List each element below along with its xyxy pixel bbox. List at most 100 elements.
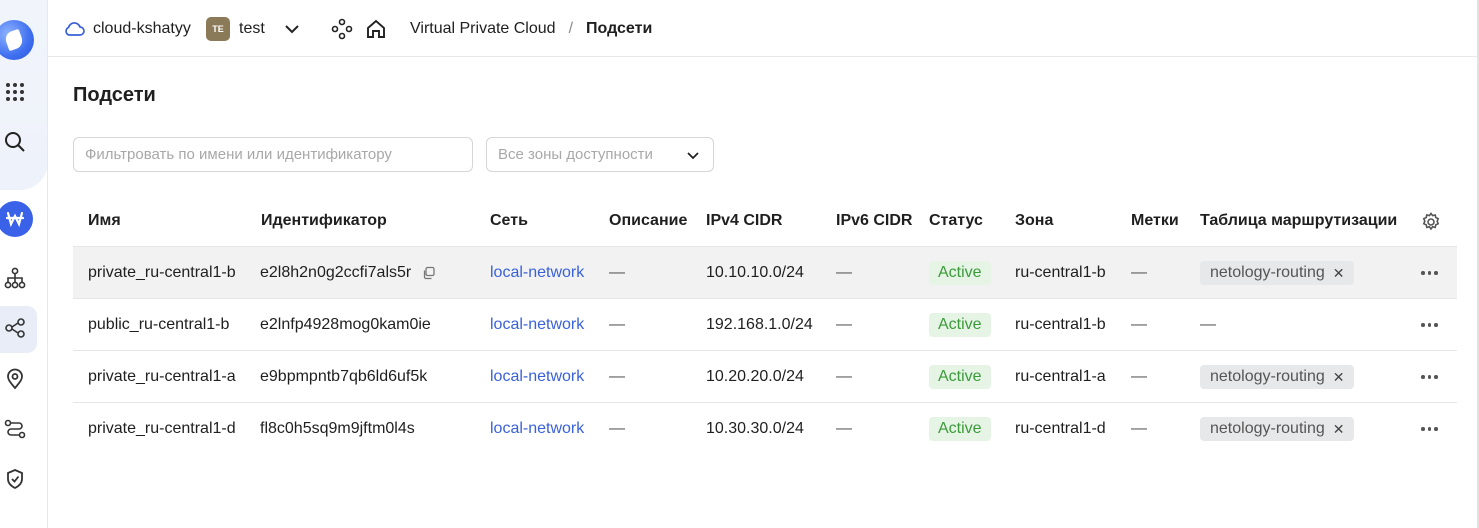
route-table-tag[interactable]: netology-routing ✕ [1200,417,1355,441]
chevron-down-icon[interactable] [284,0,300,57]
shield-icon[interactable] [0,464,30,494]
search-input[interactable] [73,137,473,172]
network-icon[interactable] [0,263,30,293]
column-header[interactable]: Зона [1015,212,1053,230]
more-actions-icon[interactable] [1421,299,1438,351]
status-badge: Active [929,417,991,441]
more-actions-icon[interactable] [1421,351,1438,403]
close-icon[interactable]: ✕ [1333,265,1345,282]
route-table-cell: netology-routing ✕ [1200,247,1355,299]
service-badge-icon[interactable] [0,201,33,237]
cloud-icon [65,21,85,36]
table-row[interactable]: public_ru-central1-b e2lnfp4928mog0kam0i… [73,299,1457,351]
subnet-name: private_ru-central1-d [88,420,236,437]
description: — [609,420,625,437]
gear-icon[interactable] [1421,212,1441,237]
structure-icon[interactable] [331,0,353,57]
ipv4-cidr: 10.10.10.0/24 [706,264,804,281]
ipv6-cidr: — [836,368,852,385]
route-table-tag[interactable]: netology-routing ✕ [1200,261,1355,285]
status-cell: Active [929,299,991,351]
location-pin-icon[interactable] [0,364,30,394]
folder-selector[interactable]: TE test [206,0,265,57]
close-icon[interactable]: ✕ [1333,421,1345,438]
table-row[interactable]: private_ru-central1-b e2l8h2n0g2ccfi7als… [73,247,1457,299]
subnet-name: private_ru-central1-a [88,368,236,385]
app-root: cloud-kshatyy TE test Virtual Private Cl… [0,0,1479,528]
zone: ru-central1-d [1015,420,1106,437]
status-cell: Active [929,247,991,299]
route-table-name: netology-routing [1210,264,1325,281]
cloud-name: cloud-kshatyy [93,19,191,37]
description: — [609,316,625,333]
zone-select-value: Все зоны доступности [498,146,653,163]
subnet-id: e9bpmpntb7qb6ld6uf5k [260,368,428,385]
description: — [609,368,625,385]
route-icon[interactable] [0,414,30,444]
column-header[interactable]: IPv4 CIDR [706,212,782,230]
table-row[interactable]: private_ru-central1-d fl8c0h5sq9m9jftm0l… [73,403,1457,455]
route-table-cell: netology-routing ✕ [1200,351,1355,403]
network-link[interactable]: local-network [490,403,584,455]
home-icon[interactable] [365,0,387,57]
subnet-id: fl8c0h5sq9m9jftm0l4s [260,420,415,437]
zone: ru-central1-a [1015,368,1106,385]
route-table-name: netology-routing [1210,368,1325,385]
folder-name: test [239,19,265,37]
subnets-icon[interactable] [0,313,30,343]
breadcrumb-service[interactable]: Virtual Private Cloud [410,20,556,38]
ipv4-cidr: 10.20.20.0/24 [706,368,804,385]
status-cell: Active [929,351,991,403]
zone: ru-central1-b [1015,316,1106,333]
description: — [609,264,625,281]
zone-select[interactable]: Все зоны доступности [486,137,714,172]
column-header[interactable]: Метки [1131,212,1179,230]
more-actions-icon[interactable] [1421,403,1438,455]
route-table-cell: netology-routing ✕ [1200,403,1355,455]
column-header[interactable]: Таблица маршрутизации [1200,212,1397,230]
column-header[interactable]: IPv6 CIDR [836,212,912,230]
rail-divider [47,0,48,528]
more-actions-icon[interactable] [1421,247,1438,299]
top-header: cloud-kshatyy TE test Virtual Private Cl… [48,0,1479,57]
network-link[interactable]: local-network [490,247,584,299]
status-badge: Active [929,365,991,389]
subnet-id-text: e2l8h2n0g2ccfi7als5r [260,264,412,281]
ipv4-cidr: 192.168.1.0/24 [706,316,813,333]
column-header[interactable]: Сеть [490,212,528,230]
subnet-name: private_ru-central1-b [88,264,236,281]
labels: — [1131,368,1147,385]
route-table-name: netology-routing [1210,420,1325,437]
network-link[interactable]: local-network [490,351,584,403]
subnet-id: e2lnfp4928mog0kam0ie [260,316,431,333]
status-badge: Active [929,261,991,285]
copy-icon[interactable] [422,266,436,280]
table-row[interactable]: private_ru-central1-a e9bpmpntb7qb6ld6uf… [73,351,1457,403]
page-title: Подсети [73,84,156,106]
ipv6-cidr: — [836,264,852,281]
labels: — [1131,316,1147,333]
status-cell: Active [929,403,991,455]
network-link[interactable]: local-network [490,299,584,351]
close-icon[interactable]: ✕ [1333,369,1345,386]
labels: — [1131,420,1147,437]
breadcrumb: Virtual Private Cloud / Подсети [410,0,652,57]
search-icon[interactable] [0,127,30,157]
subnet-id: e2l8h2n0g2ccfi7als5r [260,247,436,299]
breadcrumb-separator: / [568,19,574,37]
cloud-selector[interactable]: cloud-kshatyy [63,0,191,57]
ipv6-cidr: — [836,316,852,333]
subnet-name: public_ru-central1-b [88,316,230,333]
labels: — [1131,264,1147,281]
apps-grid-icon[interactable] [0,77,30,107]
column-header[interactable]: Идентификатор [261,212,387,230]
status-badge: Active [929,313,991,337]
column-header[interactable]: Описание [609,212,687,230]
zone: ru-central1-b [1015,264,1106,281]
column-header[interactable]: Имя [88,212,121,230]
breadcrumb-current: Подсети [586,19,653,37]
ipv4-cidr: 10.30.30.0/24 [706,420,804,437]
column-header[interactable]: Статус [929,212,983,230]
route-table-tag[interactable]: netology-routing ✕ [1200,365,1355,389]
chevron-down-icon [687,152,699,160]
